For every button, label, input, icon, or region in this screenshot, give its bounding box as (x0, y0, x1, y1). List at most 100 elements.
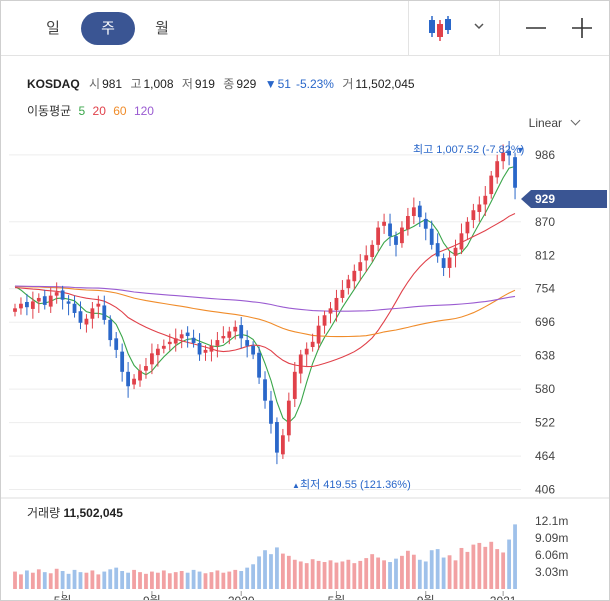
candle-body (90, 308, 95, 319)
price-tick: 696 (535, 315, 555, 329)
candle-body (477, 204, 482, 212)
candle-body (54, 292, 59, 296)
volume-tick: 12.1m (535, 514, 568, 528)
candle-body (423, 218, 428, 229)
volume-bar (84, 572, 89, 589)
volume-bar (423, 561, 428, 589)
volume-bar (292, 559, 297, 589)
time-tick: 9월 (417, 594, 435, 600)
volume-bar (13, 571, 17, 589)
candle-body (459, 233, 464, 250)
candle-body (411, 207, 416, 217)
volume-bar (215, 570, 220, 589)
candle-body (405, 216, 410, 230)
volume-bar (30, 572, 35, 589)
candle-body (144, 366, 148, 371)
candle-body (179, 334, 184, 339)
volume-bar (334, 562, 339, 589)
min-arrow-icon: ▲ (292, 481, 300, 490)
candle-body (280, 435, 285, 455)
candle-body (400, 227, 404, 244)
volume-bar (280, 553, 285, 589)
candle-body (155, 348, 160, 356)
candle-body (120, 351, 125, 372)
volume-bar (417, 559, 422, 589)
candle-body (304, 348, 309, 355)
candle-body (167, 341, 172, 345)
volume-bar (304, 563, 309, 589)
current-price-label: 929 (535, 192, 555, 206)
volume-bar (19, 574, 23, 589)
candle-body (102, 305, 107, 320)
volume-bar (405, 550, 410, 589)
volume-tick: 9.09m (535, 531, 568, 545)
volume-bar (501, 552, 506, 589)
candle-body (310, 341, 315, 348)
candle-body (346, 279, 351, 289)
volume-bar (60, 571, 65, 589)
candle-body (489, 175, 494, 195)
volume-bar (465, 551, 470, 589)
volume-bar (376, 557, 381, 589)
candle-body (191, 337, 196, 343)
candle-body (66, 301, 71, 304)
candle-body (239, 325, 244, 339)
volume-bar (286, 555, 291, 589)
candle-body (138, 370, 142, 381)
volume-bar (173, 572, 178, 589)
volume-bar (513, 524, 517, 589)
volume-bar (316, 560, 321, 589)
price-tick: 754 (535, 282, 555, 296)
candle-body (185, 332, 190, 337)
volume-bar (269, 554, 273, 589)
volume-bar (370, 554, 375, 589)
volume-bar (447, 555, 452, 589)
volume-bar (364, 558, 369, 589)
volume-bar (114, 567, 119, 589)
candle-body (364, 255, 369, 261)
candle-body (60, 290, 65, 300)
volume-bar (66, 573, 71, 589)
volume-bar (42, 572, 47, 589)
volume-bar (328, 560, 333, 589)
volume-panel-title: 거래량 11,502,045 (27, 504, 123, 521)
candle-body (161, 345, 166, 349)
candle-body (96, 303, 101, 307)
volume-bar (72, 569, 77, 589)
volume-bar (36, 569, 41, 589)
volume-bar (477, 542, 482, 589)
price-tick: 812 (535, 248, 555, 262)
volume-bar (346, 559, 351, 589)
candle-body (251, 345, 256, 355)
volume-bar (126, 572, 131, 589)
candle-body (233, 326, 238, 332)
volume-bar (245, 567, 250, 589)
ma-line-60 (14, 285, 516, 338)
candle-body (388, 223, 392, 237)
candle-body (376, 227, 381, 245)
candle-body (465, 221, 470, 234)
volume-bar (507, 539, 511, 589)
volume-bar (185, 572, 190, 589)
volume-bar (144, 573, 148, 589)
volume-bar (257, 556, 261, 589)
volume-bar (138, 572, 142, 589)
volume-bar (209, 572, 214, 589)
volume-bar (191, 569, 196, 589)
candle-body (328, 308, 333, 314)
volume-bar (263, 550, 267, 589)
candle-body (495, 161, 500, 178)
time-tick: 5월 (328, 594, 346, 600)
candle-body (48, 295, 53, 307)
volume-bar (227, 571, 232, 589)
candle-body (370, 244, 375, 257)
volume-bar (102, 571, 107, 589)
candle-body (275, 422, 279, 453)
candle-body (292, 371, 297, 399)
volume-bar (388, 562, 392, 589)
time-tick: 2021 (490, 594, 517, 600)
volume-bar (161, 570, 166, 589)
price-tick: 870 (535, 215, 555, 229)
price-tick: 986 (535, 148, 555, 162)
candle-body (209, 345, 214, 352)
